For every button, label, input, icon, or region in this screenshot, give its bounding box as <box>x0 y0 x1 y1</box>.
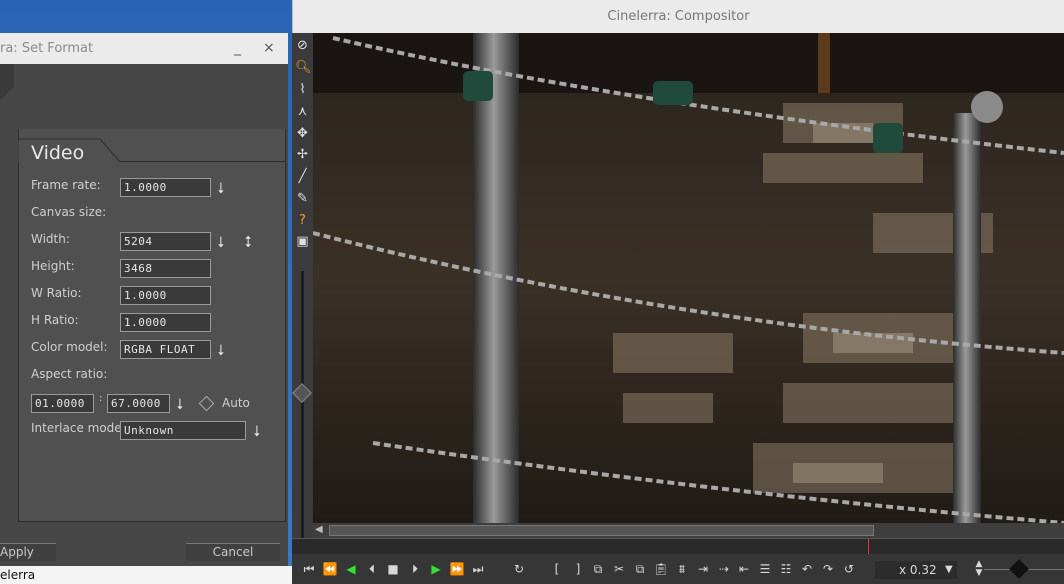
zoom-dropdown-icon[interactable]: ▼ <box>945 561 957 579</box>
interlace-menu-arrow-icon[interactable]: ⭣ <box>251 422 263 440</box>
mask-icon[interactable]: ⌇ <box>295 81 310 99</box>
protect-icon[interactable]: ⊘ <box>295 37 310 55</box>
crop-icon[interactable]: ╱ <box>295 168 310 186</box>
magnify-icon[interactable]: 🔍︎ <box>295 59 312 77</box>
undo-icon[interactable]: ↶ <box>798 560 816 578</box>
cut-icon[interactable]: ✂ <box>610 560 628 578</box>
loop-icon[interactable]: ↻ <box>510 560 528 578</box>
compositor-window: Cinelerra: Compositor ⊘ 🔍︎ ⌇ ⋏ ✥ ✢ ╱ ✎ ?… <box>292 0 1064 584</box>
prev-edit-icon[interactable]: ☷ <box>777 560 795 578</box>
scroll-left-icon[interactable]: ◀ <box>315 524 327 536</box>
previous-tab-edge[interactable] <box>0 64 14 124</box>
close-button[interactable]: × <box>263 33 277 64</box>
tab-video[interactable]: Video <box>18 138 122 164</box>
overwrite-icon[interactable]: ⇥ <box>694 560 712 578</box>
set-format-titlebar[interactable]: ra: Set Format _ × <box>0 33 288 64</box>
transport-bar: ⏮ ⏪ ◀ ⏴ ■ ⏵ ▶ ⏩ ⏭ ↻ [ ] ⧉ ✂ ⧉ 📋︎ ⩩ ⇥ ⇢ ⇤… <box>292 554 1064 584</box>
camera-icon[interactable]: ✥ <box>295 125 310 143</box>
minimize-button[interactable]: _ <box>234 33 248 64</box>
compositor-titlebar[interactable]: Cinelerra: Compositor <box>292 0 1064 33</box>
timeline-bar[interactable] <box>292 538 1064 555</box>
aspect-h-field[interactable]: 67.0000 <box>107 394 170 413</box>
clear-icon[interactable]: ↺ <box>840 560 858 578</box>
h-ratio-field[interactable]: 1.0000 <box>120 313 211 332</box>
swap-dimensions-icon[interactable]: ⭥ <box>242 233 254 251</box>
color-model-field[interactable]: RGBA FLOAT <box>120 340 211 359</box>
h-ratio-label: H Ratio: <box>31 313 79 327</box>
play-icon[interactable]: ▶ <box>427 560 445 578</box>
aspect-w-field[interactable]: 01.0000 <box>31 394 94 413</box>
splice-icon[interactable]: ⩩ <box>673 560 691 578</box>
horizontal-scrollbar[interactable]: ◀ <box>313 523 1064 538</box>
reverse-play-icon[interactable]: ◀ <box>342 560 360 578</box>
height-label: Height: <box>31 259 75 273</box>
safe-region-icon[interactable]: ▣ <box>295 233 310 251</box>
height-field[interactable]: 3468 <box>120 259 211 278</box>
aspect-menu-arrow-icon[interactable]: ⭣ <box>174 395 186 413</box>
frame-rate-field[interactable]: 1.0000 <box>120 178 211 197</box>
prev-label-icon[interactable]: ⇤ <box>735 560 753 578</box>
to-clip-icon[interactable]: ⇢ <box>715 560 733 578</box>
label-icon[interactable]: ⧉ <box>589 560 607 578</box>
cancel-button[interactable]: Cancel <box>186 543 280 561</box>
auto-label: Auto <box>222 396 250 410</box>
keyframe-diamond-icon[interactable] <box>1009 559 1029 579</box>
zoom-slider-track[interactable] <box>301 271 304 541</box>
projector-icon[interactable]: ✢ <box>295 146 310 164</box>
aspect-ratio-label: Aspect ratio: <box>31 367 108 381</box>
fast-reverse-icon[interactable]: ⏪ <box>321 560 339 578</box>
playhead[interactable] <box>868 539 869 555</box>
ruler-icon[interactable]: ⋏ <box>295 103 310 121</box>
eyedropper-icon[interactable]: ✎ <box>295 190 310 208</box>
frame-rate-label: Frame rate: <box>31 178 101 192</box>
in-point-icon[interactable]: [ <box>548 560 566 578</box>
color-model-label: Color model: <box>31 340 108 354</box>
out-point-icon[interactable]: ] <box>569 560 587 578</box>
window-title: ra: Set Format <box>0 41 94 56</box>
scrollbar-thumb[interactable] <box>329 525 874 536</box>
copy-icon[interactable]: ⧉ <box>631 560 649 578</box>
interlace-mode-label: Interlace mode: <box>31 421 126 435</box>
video-canvas[interactable] <box>313 33 1064 523</box>
redo-icon[interactable]: ↷ <box>819 560 837 578</box>
frame-rate-menu-arrow-icon[interactable]: ⭣ <box>215 179 227 197</box>
rewind-to-start-icon[interactable]: ⏮ <box>300 560 318 578</box>
w-ratio-field[interactable]: 1.0000 <box>120 286 211 305</box>
help-icon[interactable]: ? <box>295 212 310 230</box>
stop-icon[interactable]: ■ <box>384 560 402 578</box>
panel-top-border <box>120 161 286 162</box>
tool-column: ⊘ 🔍︎ ⌇ ⋏ ✥ ✢ ╱ ✎ ? ▣ <box>292 33 313 551</box>
canvas-size-label: Canvas size: <box>31 205 107 219</box>
frame-forward-icon[interactable]: ⏵ <box>406 560 424 578</box>
interlace-mode-field[interactable]: Unknown <box>120 421 246 440</box>
size-menu-arrow-icon[interactable]: ⭣ <box>215 233 227 251</box>
jump-to-end-icon[interactable]: ⏭ <box>469 560 487 578</box>
width-field[interactable]: 5204 <box>120 232 211 251</box>
tab-video-label: Video <box>31 142 85 164</box>
next-label-icon[interactable]: ☰ <box>756 560 774 578</box>
apply-button[interactable]: Apply <box>0 543 56 561</box>
paste-icon[interactable]: 📋︎ <box>652 560 670 578</box>
aspect-separator: : <box>99 393 103 404</box>
w-ratio-label: W Ratio: <box>31 286 82 300</box>
frame-back-icon[interactable]: ⏴ <box>363 560 381 578</box>
width-label: Width: <box>31 232 70 246</box>
zoom-slider-thumb[interactable] <box>292 383 312 403</box>
fast-forward-icon[interactable]: ⏩ <box>448 560 466 578</box>
taskbar-label[interactable]: elerra <box>0 566 300 584</box>
video-frame-image <box>313 33 1064 523</box>
color-model-menu-arrow-icon[interactable]: ⭣ <box>215 341 227 359</box>
